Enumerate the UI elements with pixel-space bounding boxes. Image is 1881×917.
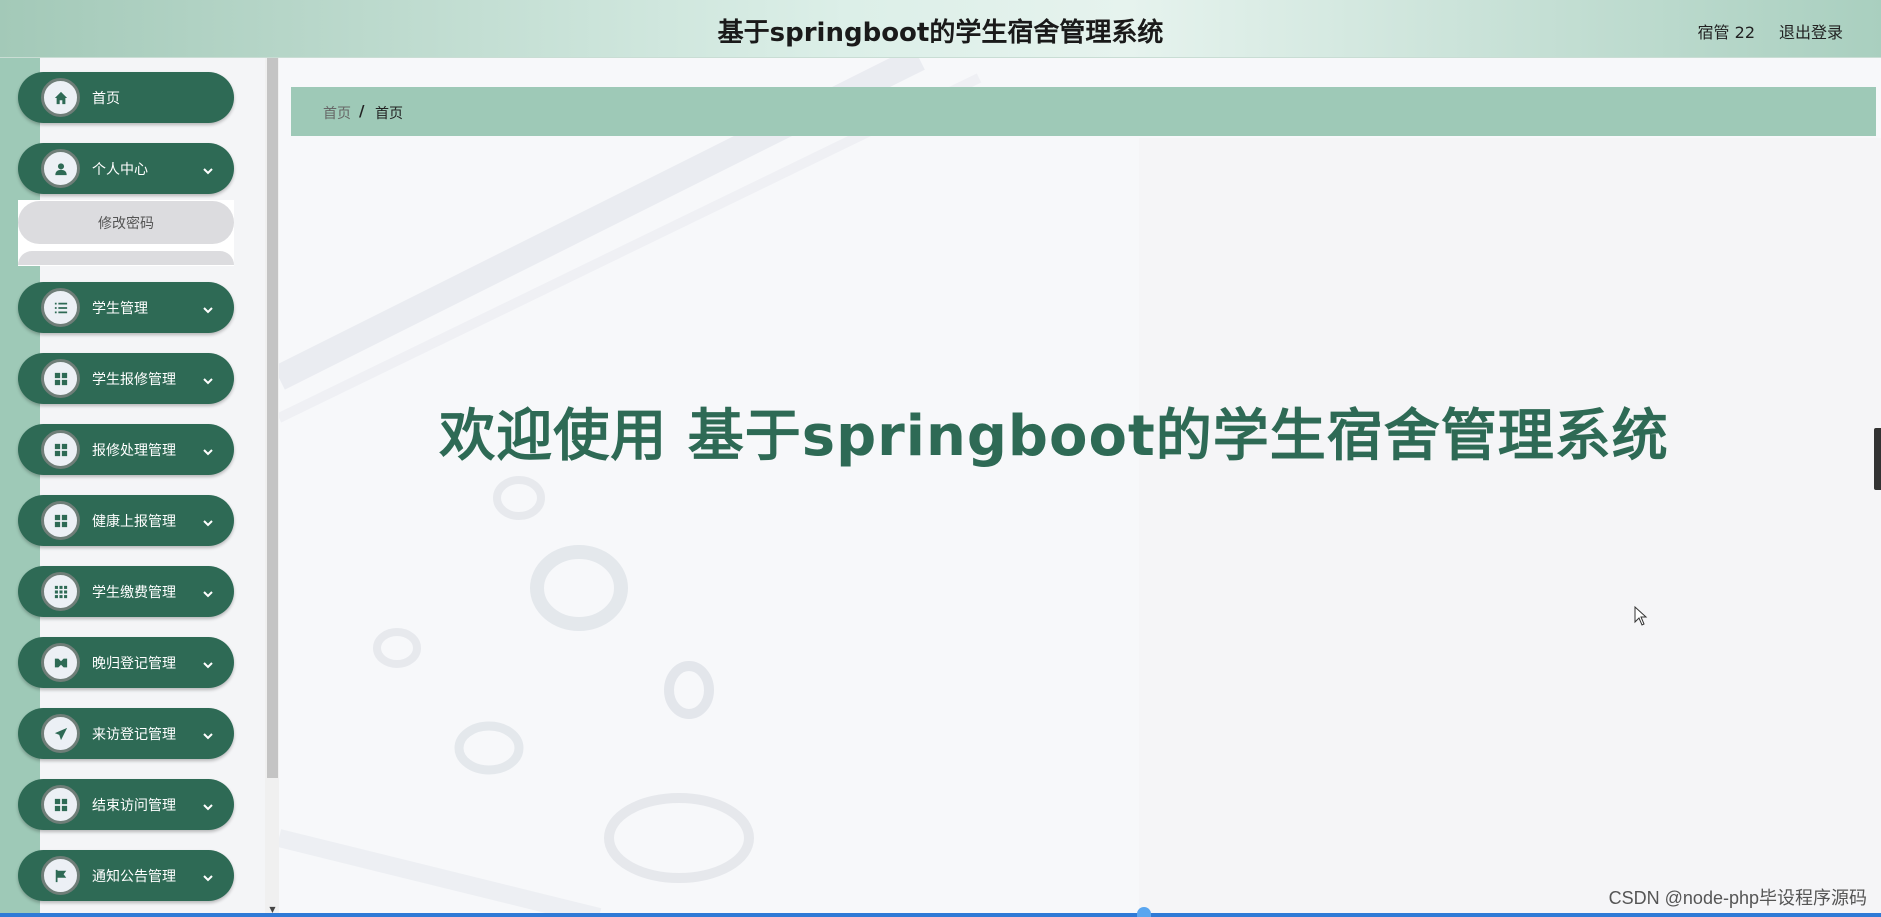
sidebar-item-repair-handling[interactable]: 报修处理管理 (18, 424, 234, 475)
watermark: CSDN @node-php毕设程序源码 (1608, 888, 1867, 908)
home-icon (41, 78, 80, 117)
chevron-down-icon (202, 798, 214, 811)
breadcrumb: 首页 / 首页 (291, 87, 1876, 136)
sidebar-item-label: 健康上报管理 (92, 514, 176, 530)
sidebar-item-late-return[interactable]: 晚归登记管理 (18, 637, 234, 688)
sidebar-item-visitor-register[interactable]: 来访登记管理 (18, 708, 234, 759)
chevron-down-icon (202, 443, 214, 456)
chevron-down-icon (202, 514, 214, 527)
grid-icon (41, 501, 80, 540)
chevron-down-icon (202, 869, 214, 882)
sidebar-item-label: 晚归登记管理 (92, 656, 176, 672)
chevron-down-icon (202, 656, 214, 669)
sidebar-item-payment[interactable]: 学生缴费管理 (18, 566, 234, 617)
sidebar-item-personal-center[interactable]: 个人中心 (18, 143, 234, 194)
main-content: 首页 / 首页 欢迎使用 基于springboot的学生宿舍管理系统 (279, 58, 1881, 917)
breadcrumb-home-link[interactable]: 首页 (323, 103, 351, 123)
flag-icon (41, 856, 80, 895)
grid-icon (41, 359, 80, 398)
sidebar-item-label: 学生管理 (92, 301, 148, 317)
sidebar-item-label: 学生缴费管理 (92, 585, 176, 601)
send-icon (41, 714, 80, 753)
user-icon (41, 149, 80, 188)
list-icon (41, 288, 80, 327)
submenu-item-partial (18, 251, 234, 265)
sidebar: 首页 个人中心 修改密码 学生管理 学生报修管理 报修处理管理 健康上报管理 学… (0, 58, 265, 917)
mouse-cursor-icon (1634, 606, 1648, 626)
sidebar-item-label: 个人中心 (92, 162, 148, 178)
sidebar-item-repair-request[interactable]: 学生报修管理 (18, 353, 234, 404)
breadcrumb-current: 首页 (375, 106, 403, 122)
sidebar-item-label: 结束访问管理 (92, 798, 176, 814)
chevron-down-icon (202, 301, 214, 314)
chevron-down-icon (202, 162, 214, 175)
current-user: 宿管 22 (1697, 23, 1755, 42)
chevron-down-icon (202, 585, 214, 598)
background-pattern (279, 58, 1881, 917)
submenu-item-change-password[interactable]: 修改密码 (18, 201, 234, 244)
chevron-down-icon (202, 727, 214, 740)
sidebar-item-health-report[interactable]: 健康上报管理 (18, 495, 234, 546)
grid-icon (41, 785, 80, 824)
chevron-down-icon (202, 372, 214, 385)
sidebar-item-home[interactable]: 首页 (18, 72, 234, 123)
sidebar-scroll-thumb[interactable] (267, 58, 278, 778)
submenu-item-label: 修改密码 (98, 216, 154, 232)
grid-icon (41, 430, 80, 469)
sidebar-item-label: 来访登记管理 (92, 727, 176, 743)
sidebar-item-student-management[interactable]: 学生管理 (18, 282, 234, 333)
bottom-scroll-indicator[interactable] (1137, 907, 1151, 917)
sidebar-item-label: 学生报修管理 (92, 372, 176, 388)
sidebar-item-label: 报修处理管理 (92, 443, 176, 459)
sidebar-item-announcements[interactable]: 通知公告管理 (18, 850, 234, 901)
apps-icon (41, 572, 80, 611)
welcome-heading: 欢迎使用 基于springboot的学生宿舍管理系统 (439, 404, 1669, 469)
top-header: 基于springboot的学生宿舍管理系统 宿管 22 退出登录 (0, 0, 1881, 58)
breadcrumb-separator: / (359, 102, 365, 120)
logout-button[interactable]: 退出登录 (1779, 19, 1843, 43)
right-scroll-handle[interactable] (1874, 428, 1881, 490)
video-icon (41, 643, 80, 682)
sidebar-item-visit-end[interactable]: 结束访问管理 (18, 779, 234, 830)
sidebar-item-label: 通知公告管理 (92, 869, 176, 885)
app-title: 基于springboot的学生宿舍管理系统 (717, 18, 1164, 48)
sidebar-item-label: 首页 (92, 91, 120, 107)
bottom-progress-bar (0, 913, 1881, 917)
